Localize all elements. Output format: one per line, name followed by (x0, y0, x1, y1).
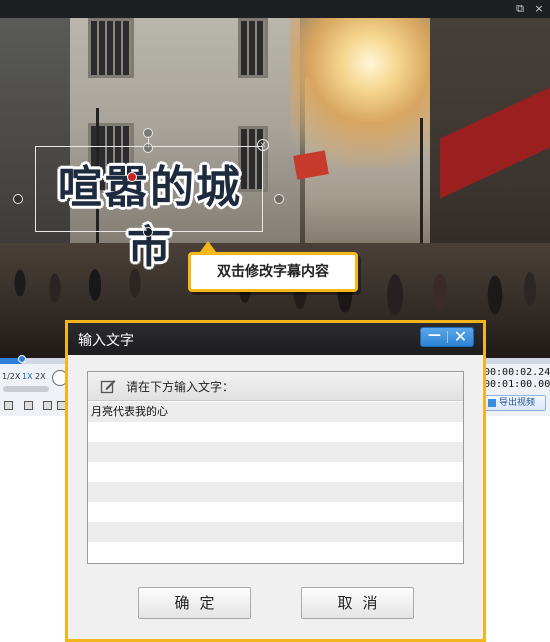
anchor-handle[interactable] (127, 172, 137, 182)
close-icon[interactable]: × (257, 139, 269, 151)
close-icon[interactable]: ✕ (448, 328, 473, 346)
instruction-label: 请在下方输入文字： (126, 380, 235, 394)
save-icon[interactable] (4, 401, 13, 410)
panel-header: 请在下方输入文字： (88, 372, 463, 401)
ok-button[interactable]: 确定 (138, 587, 251, 619)
text-line[interactable] (88, 542, 463, 562)
input-text-dialog: 输入文字 — ✕ 请在下方输入文字： 月亮代表我的心 确定 取消 (65, 320, 486, 642)
speed-double[interactable]: 2X (35, 372, 46, 381)
restore-icon[interactable]: ⧉ (513, 2, 527, 16)
speed-normal[interactable]: 1X (22, 372, 33, 381)
export-video-button[interactable]: 导出视频 (484, 395, 546, 411)
text-line[interactable] (88, 502, 463, 522)
text-line[interactable] (88, 522, 463, 542)
disk-icon[interactable] (43, 401, 52, 410)
tooltip-arrow (200, 241, 216, 252)
text-line[interactable]: 月亮代表我的心 (88, 402, 463, 422)
export-video-label: 导出视频 (499, 398, 536, 408)
close-icon[interactable]: × (532, 2, 546, 16)
cancel-button[interactable]: 取消 (301, 587, 414, 619)
text-line[interactable] (88, 422, 463, 442)
resize-handle-bottom[interactable] (143, 227, 153, 237)
time-total: 00:01:00.000 (484, 379, 550, 390)
text-line[interactable] (88, 442, 463, 462)
rotate-handle[interactable] (143, 128, 153, 138)
edit-icon (100, 380, 116, 394)
caption-text[interactable]: 喧嚣的城市 (40, 158, 260, 273)
edit-hint-tooltip: 双击修改字幕内容 (188, 252, 358, 292)
dialog-window-controls: — ✕ (420, 327, 474, 347)
text-input-panel: 请在下方输入文字： 月亮代表我的心 (87, 371, 464, 564)
resize-handle-top[interactable] (143, 143, 153, 153)
minimize-icon[interactable]: — (421, 328, 448, 346)
dialog-title-bar[interactable]: 输入文字 — ✕ (68, 323, 483, 355)
dialog-title: 输入文字 (78, 333, 134, 349)
export-icon (488, 399, 496, 407)
resize-handle-right[interactable] (274, 194, 284, 204)
time-current: 00:00:02.240 (484, 367, 550, 378)
progress-handle[interactable] (18, 355, 26, 363)
resize-handle-left[interactable] (13, 194, 23, 204)
window-title-bar: ⧉ × (0, 0, 550, 18)
speed-half[interactable]: 1/2X (2, 372, 20, 381)
folder-icon[interactable] (24, 401, 33, 410)
building-window (88, 18, 134, 78)
text-line[interactable] (88, 462, 463, 482)
text-line[interactable] (88, 482, 463, 502)
building-window (238, 18, 268, 78)
speed-slider[interactable] (3, 386, 49, 392)
